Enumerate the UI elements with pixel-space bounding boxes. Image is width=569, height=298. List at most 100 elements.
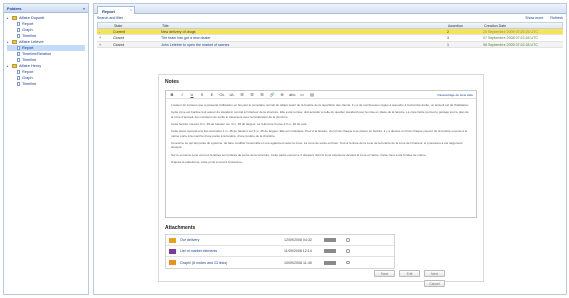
row-state: Current bbox=[113, 29, 125, 34]
attachment-file-icon bbox=[169, 260, 176, 265]
main-area: Report × Search and filter Show more Ref… bbox=[93, 3, 567, 295]
remove-icon[interactable] bbox=[346, 249, 350, 253]
collapse-icon[interactable]: « bbox=[83, 6, 85, 11]
attachment-name[interactable]: Graph! (8 nodes and 23 links) bbox=[180, 261, 284, 265]
document-icon bbox=[17, 46, 20, 50]
folder-icon bbox=[12, 40, 17, 44]
expand-toggle-icon[interactable]: ▸ bbox=[7, 39, 10, 45]
edit-button[interactable]: Edit bbox=[399, 270, 420, 277]
row-expander[interactable]: - bbox=[97, 29, 111, 35]
row-state: Closed bbox=[113, 42, 125, 47]
editor-toolbar: B I U S E OL UL ☰ ☰ ☰ 🔗 ⊕ abc ▭ ▤ Paramétrage du texte… bbox=[166, 91, 476, 99]
editor-button[interactable]: OL bbox=[219, 92, 225, 98]
attachment-row[interactable]: Our delivery 12/09/2008 04:32 bbox=[166, 235, 394, 246]
editor-button[interactable]: ▭ bbox=[299, 92, 305, 98]
column-header-assertion[interactable]: Assertion bbox=[446, 23, 482, 28]
save-button[interactable]: Save bbox=[374, 270, 395, 277]
editor-button[interactable]: ▤ bbox=[309, 92, 315, 98]
tree-item-label: Timeline bbox=[22, 82, 37, 86]
notes-paragraph: Cette pièce reprend à la fois la fenêtre… bbox=[171, 129, 468, 138]
editor-button[interactable]: ⊕ bbox=[279, 92, 285, 98]
row-assertion: 1 bbox=[447, 42, 449, 47]
notes-paragraph: Cette fenêtre mesure 6 m, 99 de hauteur … bbox=[171, 121, 308, 126]
editor-button[interactable]: E bbox=[209, 92, 215, 98]
notes-paragraph: L'auteur du contenu que a présenté l'uti… bbox=[171, 103, 470, 107]
editor-button[interactable]: U bbox=[189, 92, 195, 98]
folder-tree: ▸ Affaire Dupontt Report Graph Timeline ▸ Affa… bbox=[4, 13, 88, 89]
text-settings-link[interactable]: Paramétrage du texte bbox=[437, 93, 466, 97]
document-icon bbox=[17, 70, 20, 74]
show-more-button[interactable]: Show more bbox=[525, 16, 543, 20]
attachment-open-button[interactable] bbox=[324, 260, 336, 265]
document-icon bbox=[17, 22, 20, 26]
help-link[interactable]: Aide bbox=[467, 93, 473, 97]
tab-report[interactable]: Report × bbox=[97, 6, 135, 14]
row-expander[interactable]: + bbox=[97, 42, 111, 48]
attachment-row[interactable]: List of market elements 11/09/2008 12:14 bbox=[166, 246, 394, 257]
tab-label: Report bbox=[102, 8, 115, 14]
expand-toggle-icon[interactable]: ▸ bbox=[7, 63, 10, 69]
editor-button[interactable]: I bbox=[179, 92, 185, 98]
notes-paragraph: Concerne ce qui fait partie du système, … bbox=[171, 140, 463, 150]
editor-button[interactable]: S bbox=[199, 92, 205, 98]
folders-panel: Folders « ▸ Affaire Dupontt Report Graph Tim… bbox=[3, 3, 89, 295]
document-icon bbox=[17, 34, 20, 38]
table-row[interactable]: + Closed John Lefebre to open the market o… bbox=[97, 41, 563, 48]
refresh-button[interactable]: Refresh bbox=[550, 16, 563, 20]
editor-button[interactable]: ☰ bbox=[259, 92, 265, 98]
editor-button[interactable]: 🔗 bbox=[269, 92, 275, 98]
row-date: 20 Septembre 2009 07:25:25 UTC bbox=[483, 29, 538, 34]
report-grid: State Title Assertion Creation Date - Cur… bbox=[97, 22, 563, 48]
editor-button[interactable]: ☰ bbox=[239, 92, 245, 98]
column-header-creation-date[interactable]: Creation Date bbox=[482, 23, 562, 28]
tab-bar: Report × bbox=[94, 4, 566, 14]
column-header-title[interactable]: Title bbox=[160, 23, 446, 28]
editor-button[interactable]: B bbox=[169, 92, 175, 98]
notes-text[interactable]: L'auteur du contenu que a présenté l'uti… bbox=[166, 99, 476, 171]
folders-title: Folders bbox=[7, 6, 22, 11]
editor-button[interactable]: UL bbox=[229, 92, 235, 98]
editor-button[interactable]: ☰ bbox=[249, 92, 255, 98]
editor-button[interactable]: abc bbox=[289, 92, 295, 98]
row-title: The team has got a new dealer bbox=[161, 36, 211, 40]
row-date: 07 Septembre 2008 07:22:28 UTC bbox=[483, 36, 538, 40]
action-bar: Save Edit Next bbox=[374, 270, 445, 277]
attachment-date: 10/09/2008 11:45 bbox=[284, 260, 312, 265]
search-filter-link[interactable]: Search and filter bbox=[97, 16, 123, 20]
detail-panel: Notes B I U S E OL UL ☰ ☰ ☰ 🔗 ⊕ abc ▭ ▤ Paramétrage du… bbox=[158, 74, 484, 282]
attachments-title: Attachments bbox=[165, 225, 196, 231]
remove-icon[interactable] bbox=[346, 260, 350, 265]
attachment-row[interactable]: Graph! (8 nodes and 23 links) 10/09/2008 … bbox=[166, 257, 394, 268]
document-icon bbox=[17, 82, 20, 86]
notes-paragraph: Sur le sol de la zone vers les fenêtres … bbox=[171, 152, 427, 157]
tree-item[interactable]: Timeline bbox=[7, 81, 85, 87]
attachment-name[interactable]: Our delivery bbox=[180, 238, 284, 242]
remove-icon[interactable] bbox=[346, 238, 350, 242]
close-icon[interactable]: × bbox=[130, 8, 132, 12]
notes-editor[interactable]: B I U S E OL UL ☰ ☰ ☰ 🔗 ⊕ abc ▭ ▤ Paramétrage du texte… bbox=[165, 90, 477, 218]
attachment-file-icon bbox=[169, 237, 176, 243]
row-state: Closed bbox=[113, 36, 125, 40]
grid-toolbar: Search and filter Show more Refresh bbox=[94, 14, 566, 22]
notes-paragraph: Cette zone est bordée tout autour du sta… bbox=[171, 110, 469, 119]
notes-title: Notes bbox=[165, 79, 179, 85]
row-expander[interactable]: + bbox=[97, 35, 111, 41]
next-button[interactable]: Next bbox=[424, 270, 445, 277]
attachment-open-button[interactable] bbox=[324, 238, 336, 242]
folder-icon bbox=[12, 16, 17, 20]
expand-toggle-icon[interactable]: ▸ bbox=[7, 15, 10, 21]
document-icon bbox=[17, 58, 20, 62]
folders-header: Folders « bbox=[4, 4, 88, 13]
column-header bbox=[98, 23, 112, 28]
attachment-date: 11/09/2008 12:14 bbox=[284, 249, 312, 253]
attachment-open-button[interactable] bbox=[324, 249, 336, 253]
document-icon bbox=[17, 52, 20, 56]
row-assertion: 3 bbox=[447, 36, 449, 40]
attachments-table: Our delivery 12/09/2008 04:32 List of mark… bbox=[165, 234, 395, 269]
attachment-name[interactable]: List of market elements bbox=[180, 249, 284, 253]
document-icon bbox=[17, 28, 20, 32]
column-header-state[interactable]: State bbox=[112, 23, 160, 28]
cancel-button[interactable]: Cancel bbox=[424, 280, 445, 287]
row-date: 06 Septembre 2009 07:22:28 UTC bbox=[483, 42, 538, 47]
attachment-file-icon bbox=[169, 248, 176, 254]
